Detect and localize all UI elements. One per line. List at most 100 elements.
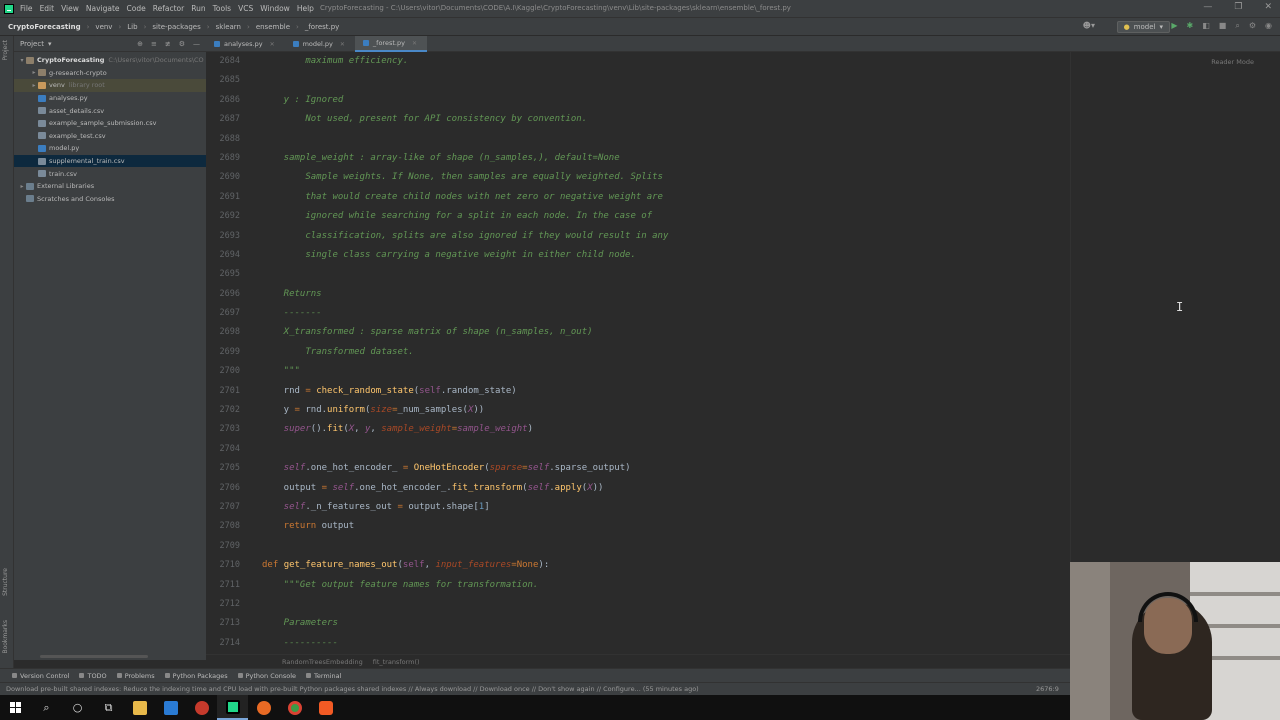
code-line[interactable]: """ xyxy=(262,362,1070,381)
menu-tools[interactable]: Tools xyxy=(213,4,231,13)
menu-code[interactable]: Code xyxy=(127,4,146,13)
coverage-icon[interactable]: ◧ xyxy=(1202,21,1210,31)
code-breadcrumb-method[interactable]: fit_transform() xyxy=(373,658,420,666)
search-icon[interactable]: ⌕ xyxy=(1235,21,1239,31)
run-config-selector[interactable]: ● model ▾ xyxy=(1116,21,1170,33)
search-icon[interactable]: ⌕ xyxy=(31,695,62,720)
gear-icon[interactable]: ⚙ xyxy=(179,40,185,48)
red-app-icon[interactable] xyxy=(186,695,217,720)
todo-tool-button[interactable]: TODO xyxy=(79,672,107,680)
debug-icon[interactable]: ✱ xyxy=(1187,21,1194,31)
tab-forest-py[interactable]: _forest.py ✕ xyxy=(354,36,427,52)
tree-item[interactable]: example_test.csv xyxy=(14,130,206,143)
start-button[interactable] xyxy=(0,695,31,720)
tree-item[interactable]: Scratches and Consoles xyxy=(14,193,206,206)
reader-mode-toggle[interactable]: Reader Mode xyxy=(1211,58,1254,66)
code-line[interactable]: self.one_hot_encoder_ = OneHotEncoder(sp… xyxy=(262,459,1070,478)
code-line[interactable]: Sample weights. If None, then samples ar… xyxy=(262,168,1070,187)
chevron-down-icon[interactable]: ▾ xyxy=(48,40,52,48)
tab-analyses-py[interactable]: analyses.py ✕ xyxy=(206,36,285,52)
code-line[interactable]: ---------- xyxy=(262,634,1070,653)
breadcrumb-item[interactable]: site-packages xyxy=(152,23,200,31)
code-line[interactable]: Parameters xyxy=(262,614,1070,633)
code-area[interactable]: maximum efficiency. y : Ignored Not used… xyxy=(262,52,1070,653)
bookmarks-tool-button[interactable]: Bookmarks xyxy=(2,620,9,654)
breadcrumb-item[interactable]: CryptoForecasting xyxy=(8,23,81,31)
code-line[interactable]: that would create child nodes with net z… xyxy=(262,188,1070,207)
minimize-button[interactable]: — xyxy=(1203,2,1212,12)
collapse-all-icon[interactable]: ≢ xyxy=(165,40,171,48)
code-line[interactable] xyxy=(262,71,1070,90)
settings-icon[interactable]: ⚙ xyxy=(1249,21,1256,31)
breadcrumb-item[interactable]: venv xyxy=(95,23,112,31)
locate-icon[interactable]: ⊕ xyxy=(137,40,143,48)
close-icon[interactable]: ✕ xyxy=(340,41,345,48)
close-button[interactable]: ✕ xyxy=(1264,2,1272,12)
menu-run[interactable]: Run xyxy=(191,4,205,13)
code-line[interactable] xyxy=(262,595,1070,614)
stop-icon[interactable]: ■ xyxy=(1219,21,1227,31)
ide-update-icon[interactable]: ◉ xyxy=(1265,21,1272,31)
menu-file[interactable]: File xyxy=(20,4,33,13)
tree-item[interactable]: train.csv xyxy=(14,167,206,180)
code-line[interactable]: return output xyxy=(262,517,1070,536)
file-explorer-icon[interactable] xyxy=(124,695,155,720)
problems-tool-button[interactable]: Problems xyxy=(116,672,155,680)
tree-item[interactable]: supplemental_train.csv xyxy=(14,154,206,168)
tree-item[interactable]: analyses.py xyxy=(14,92,206,105)
tree-item[interactable]: example_sample_submission.csv xyxy=(14,117,206,130)
chrome-icon[interactable] xyxy=(279,695,310,720)
code-line[interactable]: single class carrying a negative weight … xyxy=(262,246,1070,265)
pycharm-icon[interactable] xyxy=(217,695,248,720)
code-line[interactable] xyxy=(262,265,1070,284)
code-line[interactable] xyxy=(262,537,1070,556)
version-control-tool-button[interactable]: Version Control xyxy=(12,672,69,680)
menu-refactor[interactable]: Refactor xyxy=(153,4,184,13)
tree-item[interactable]: ▸ g-research-crypto xyxy=(14,67,206,80)
code-line[interactable]: maximum efficiency. xyxy=(262,52,1070,71)
hide-icon[interactable]: — xyxy=(193,40,200,48)
tree-item[interactable]: model.py xyxy=(14,142,206,155)
code-line[interactable]: Not used, present for API consistency by… xyxy=(262,110,1070,129)
terminal-tool-button[interactable]: Terminal xyxy=(306,672,341,680)
breadcrumb-item[interactable]: Lib xyxy=(127,23,137,31)
code-line[interactable]: Transformed dataset. xyxy=(262,343,1070,362)
structure-tool-button[interactable]: Structure xyxy=(2,568,9,596)
chevron-right-icon[interactable]: ▸ xyxy=(18,183,26,190)
menu-view[interactable]: View xyxy=(61,4,79,13)
code-line[interactable]: output = self.one_hot_encoder_.fit_trans… xyxy=(262,479,1070,498)
caret-position[interactable]: 2676:9 xyxy=(1036,685,1059,693)
expand-all-icon[interactable]: ≡ xyxy=(151,40,157,48)
code-line[interactable]: sample_weight : array-like of shape (n_s… xyxy=(262,149,1070,168)
code-line[interactable]: self._n_features_out = output.shape[1] xyxy=(262,498,1070,517)
menu-help[interactable]: Help xyxy=(297,4,314,13)
chevron-right-icon[interactable]: ▸ xyxy=(30,69,38,76)
code-editor[interactable]: 2684 2685 2686 2687 2688 2689 2690 2691 2692 2693… xyxy=(206,52,1070,654)
vscode-icon[interactable] xyxy=(155,695,186,720)
menu-navigate[interactable]: Navigate xyxy=(86,4,120,13)
tree-item[interactable]: ▸ External Libraries xyxy=(14,180,206,193)
menu-window[interactable]: Window xyxy=(260,4,290,13)
task-view-icon[interactable]: ⧉ xyxy=(93,695,124,720)
code-line[interactable]: rnd = check_random_state(self.random_sta… xyxy=(262,382,1070,401)
tree-item[interactable]: ▾ CryptoForecasting C:\Users\vitor\Documen… xyxy=(14,54,206,67)
breadcrumb-item[interactable]: sklearn xyxy=(216,23,241,31)
project-view-selector[interactable]: Project xyxy=(20,40,44,48)
project-tool-button[interactable]: Project xyxy=(2,40,9,61)
breadcrumb-item[interactable]: ensemble xyxy=(256,23,290,31)
close-icon[interactable]: ✕ xyxy=(270,41,275,48)
code-line[interactable]: X_transformed : sparse matrix of shape (… xyxy=(262,323,1070,342)
python-console-tool-button[interactable]: Python Console xyxy=(237,672,296,680)
code-line[interactable]: Returns xyxy=(262,285,1070,304)
tree-item[interactable]: ▸ venv library root xyxy=(14,79,206,92)
horizontal-scrollbar[interactable] xyxy=(40,655,148,658)
code-line[interactable]: y = rnd.uniform(size=_num_samples(X)) xyxy=(262,401,1070,420)
firefox-icon[interactable] xyxy=(248,695,279,720)
menu-vcs[interactable]: VCS xyxy=(238,4,253,13)
chevron-down-icon[interactable]: ▾ xyxy=(18,57,26,64)
code-line[interactable] xyxy=(262,440,1070,459)
user-icon[interactable]: ☻▾ xyxy=(1083,21,1095,30)
code-line[interactable]: y : Ignored xyxy=(262,91,1070,110)
close-icon[interactable]: ✕ xyxy=(412,40,417,47)
code-line[interactable] xyxy=(262,130,1070,149)
